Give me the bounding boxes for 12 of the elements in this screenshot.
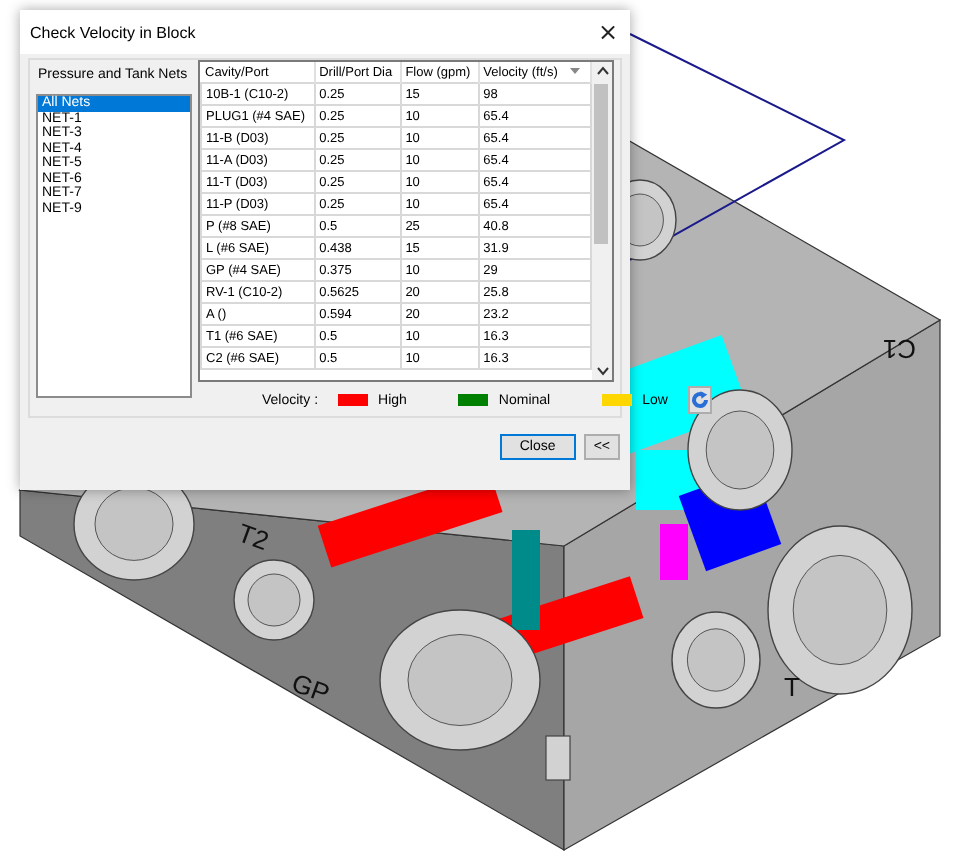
- scroll-thumb[interactable]: [594, 84, 608, 244]
- refresh-button[interactable]: [687, 386, 712, 414]
- port-label: GP: [287, 667, 334, 709]
- scroll-down-icon[interactable]: [593, 362, 611, 380]
- port-label: T: [784, 672, 800, 702]
- port-label: C1: [882, 334, 916, 364]
- port-label: T2: [233, 517, 273, 556]
- refresh-icon: [689, 390, 710, 410]
- scrollbar[interactable]: [592, 62, 612, 380]
- dialog-title: Check Velocity in Block: [30, 23, 196, 41]
- scroll-up-icon[interactable]: [593, 62, 611, 80]
- sort-arrow-icon[interactable]: [567, 66, 582, 77]
